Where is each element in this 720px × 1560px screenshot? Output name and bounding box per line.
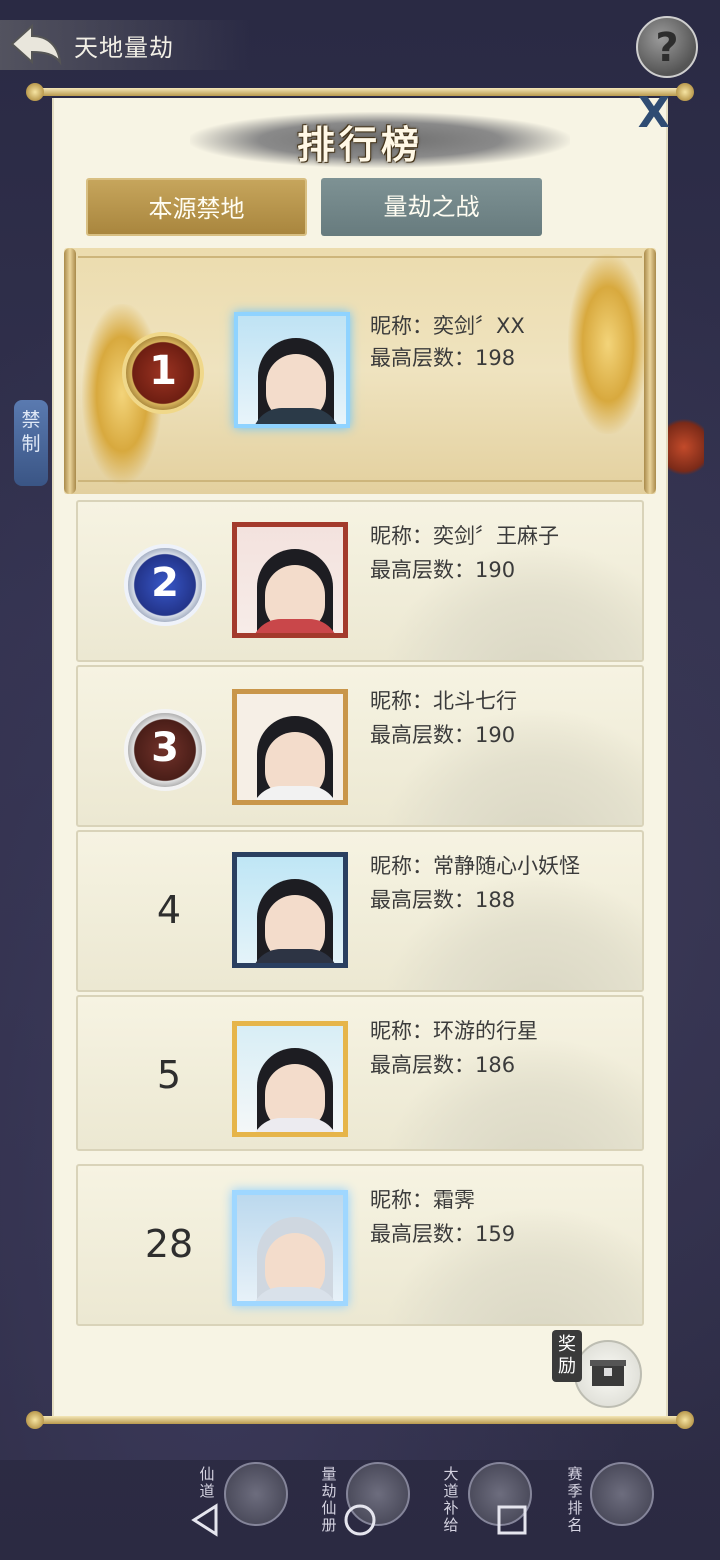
avatar <box>232 852 348 968</box>
side-tab-restriction[interactable]: 禁制 <box>14 400 48 486</box>
rank-medal-silver: 2 <box>124 544 206 626</box>
page-title: 天地量劫 <box>74 34 174 62</box>
scroll-rod-top <box>26 83 694 101</box>
close-button[interactable]: X <box>632 92 676 134</box>
bottom-nav-xiandao[interactable] <box>224 1462 288 1526</box>
rank-medal-gold: 1 <box>122 332 204 414</box>
nickname: 昵称：常静随心小妖怪 <box>370 854 580 878</box>
bottom-nav-label: 仙道 <box>199 1465 215 1500</box>
max-floor: 最高层数：188 <box>370 888 516 912</box>
max-floor: 最高层数：186 <box>370 1053 516 1077</box>
scroll-rod-bottom <box>26 1411 694 1429</box>
treasure-chest-icon <box>590 1360 626 1386</box>
avatar <box>232 1190 348 1306</box>
rank-row-4: 4 昵称：常静随心小妖怪 最高层数：188 <box>76 830 644 992</box>
max-floor: 最高层数：159 <box>370 1222 516 1246</box>
leaderboard-title: 排行榜 <box>296 123 423 167</box>
rank-row-3: 3 昵称：北斗七行 最高层数：190 <box>76 665 644 827</box>
rank-number: 5 <box>156 1053 182 1097</box>
nickname: 昵称：环游的行星 <box>370 1019 538 1043</box>
system-home-icon[interactable] <box>340 1500 380 1540</box>
rank-row-5: 5 昵称：环游的行星 最高层数：186 <box>76 995 644 1151</box>
nickname: 昵称：奕剑〞王麻子 <box>370 524 559 548</box>
side-decoration <box>664 412 704 482</box>
reward-label[interactable]: 奖励 <box>552 1330 582 1382</box>
back-arrow-icon[interactable] <box>8 22 64 66</box>
rank-number: 4 <box>156 888 182 932</box>
my-rank-row: 28 昵称：霜霁 最高层数：159 <box>76 1164 644 1326</box>
reward-button[interactable] <box>574 1340 642 1408</box>
rank-row-1: 1 昵称：奕剑〞XX 最高层数：198 <box>64 248 656 494</box>
rank-row-2: 2 昵称：奕剑〞王麻子 最高层数：190 <box>76 500 644 662</box>
nickname: 昵称：奕剑〞XX <box>370 314 525 338</box>
nickname: 昵称：北斗七行 <box>370 689 517 713</box>
avatar <box>234 312 350 428</box>
system-back-icon[interactable] <box>186 1500 226 1540</box>
avatar <box>232 522 348 638</box>
avatar <box>232 1021 348 1137</box>
phoenix-ornament-right <box>568 254 648 434</box>
bottom-nav-season-rank[interactable] <box>590 1462 654 1526</box>
max-floor: 最高层数：190 <box>370 558 516 582</box>
help-button[interactable]: ? <box>636 16 698 78</box>
tab-origin-forbidden-land[interactable]: 本源禁地 <box>86 178 307 236</box>
bottom-nav-label: 大道补给 <box>443 1465 459 1534</box>
bottom-nav-label: 赛季排名 <box>567 1465 583 1534</box>
bottom-nav-label: 量劫仙册 <box>321 1465 337 1534</box>
rank-medal-bronze: 3 <box>124 709 206 791</box>
avatar <box>232 689 348 805</box>
tab-tribulation-battle[interactable]: 量劫之战 <box>321 178 542 236</box>
max-floor: 最高层数：190 <box>370 723 516 747</box>
nickname: 昵称：霜霁 <box>370 1188 475 1212</box>
max-floor: 最高层数：198 <box>370 346 516 370</box>
system-recents-icon[interactable] <box>492 1500 532 1540</box>
rank-number: 28 <box>144 1222 194 1266</box>
